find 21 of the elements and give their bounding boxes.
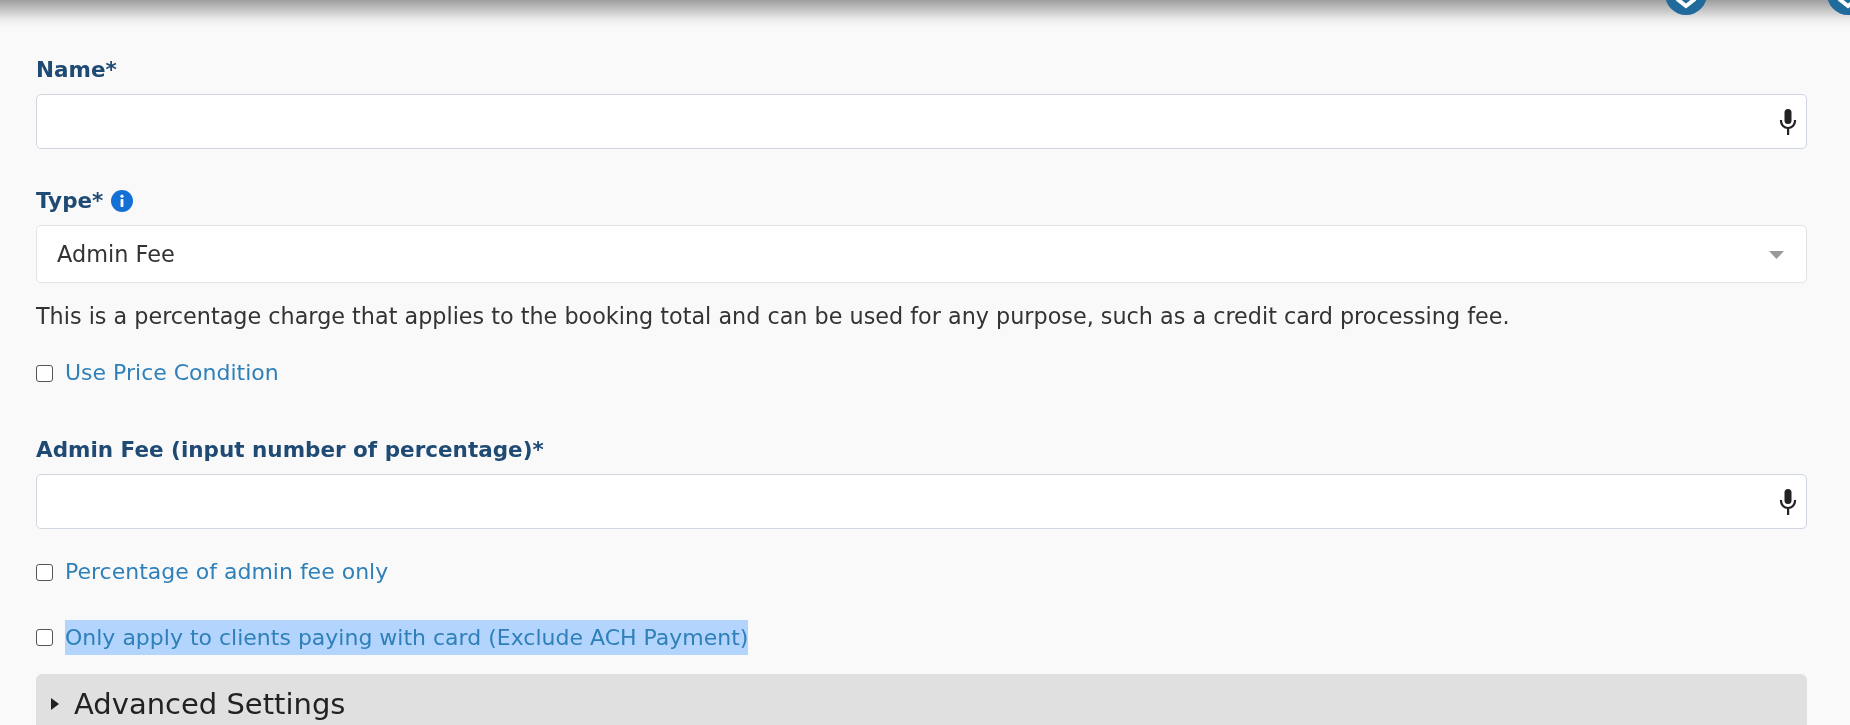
field-label: Admin Fee (input number of percentage)* bbox=[36, 436, 544, 464]
microphone-icon[interactable] bbox=[1778, 108, 1798, 136]
round-button[interactable] bbox=[1665, 0, 1707, 15]
checkbox[interactable] bbox=[36, 364, 53, 382]
round-button[interactable] bbox=[1827, 0, 1850, 15]
checkbox[interactable] bbox=[36, 629, 53, 646]
checkbox[interactable] bbox=[36, 563, 53, 581]
section-title[interactable]: Advanced Settings bbox=[74, 687, 346, 721]
checkbox-label[interactable]: Use Price Condition bbox=[65, 359, 279, 387]
input-field[interactable] bbox=[36, 474, 1807, 529]
microphone-icon[interactable] bbox=[1778, 488, 1798, 516]
checkbox-label[interactable]: Only apply to clients paying with card (Exclude ACH Payment) bbox=[65, 620, 749, 655]
checkbox-label[interactable]: Percentage of admin fee only bbox=[65, 558, 389, 586]
disclosure-triangle-icon[interactable] bbox=[50, 698, 60, 710]
caret-down-icon bbox=[1769, 251, 1784, 259]
info-icon[interactable] bbox=[111, 190, 134, 212]
help-text: This is a percentage charge that applies to the booking total and can be used for any purpose, such as a credit card processing fee. bbox=[36, 302, 1511, 330]
field-label: Name* bbox=[36, 56, 117, 84]
input-field[interactable] bbox=[36, 94, 1807, 149]
field-label: Type* bbox=[36, 187, 104, 215]
type-dropdown[interactable]: Admin Fee bbox=[36, 225, 1807, 283]
